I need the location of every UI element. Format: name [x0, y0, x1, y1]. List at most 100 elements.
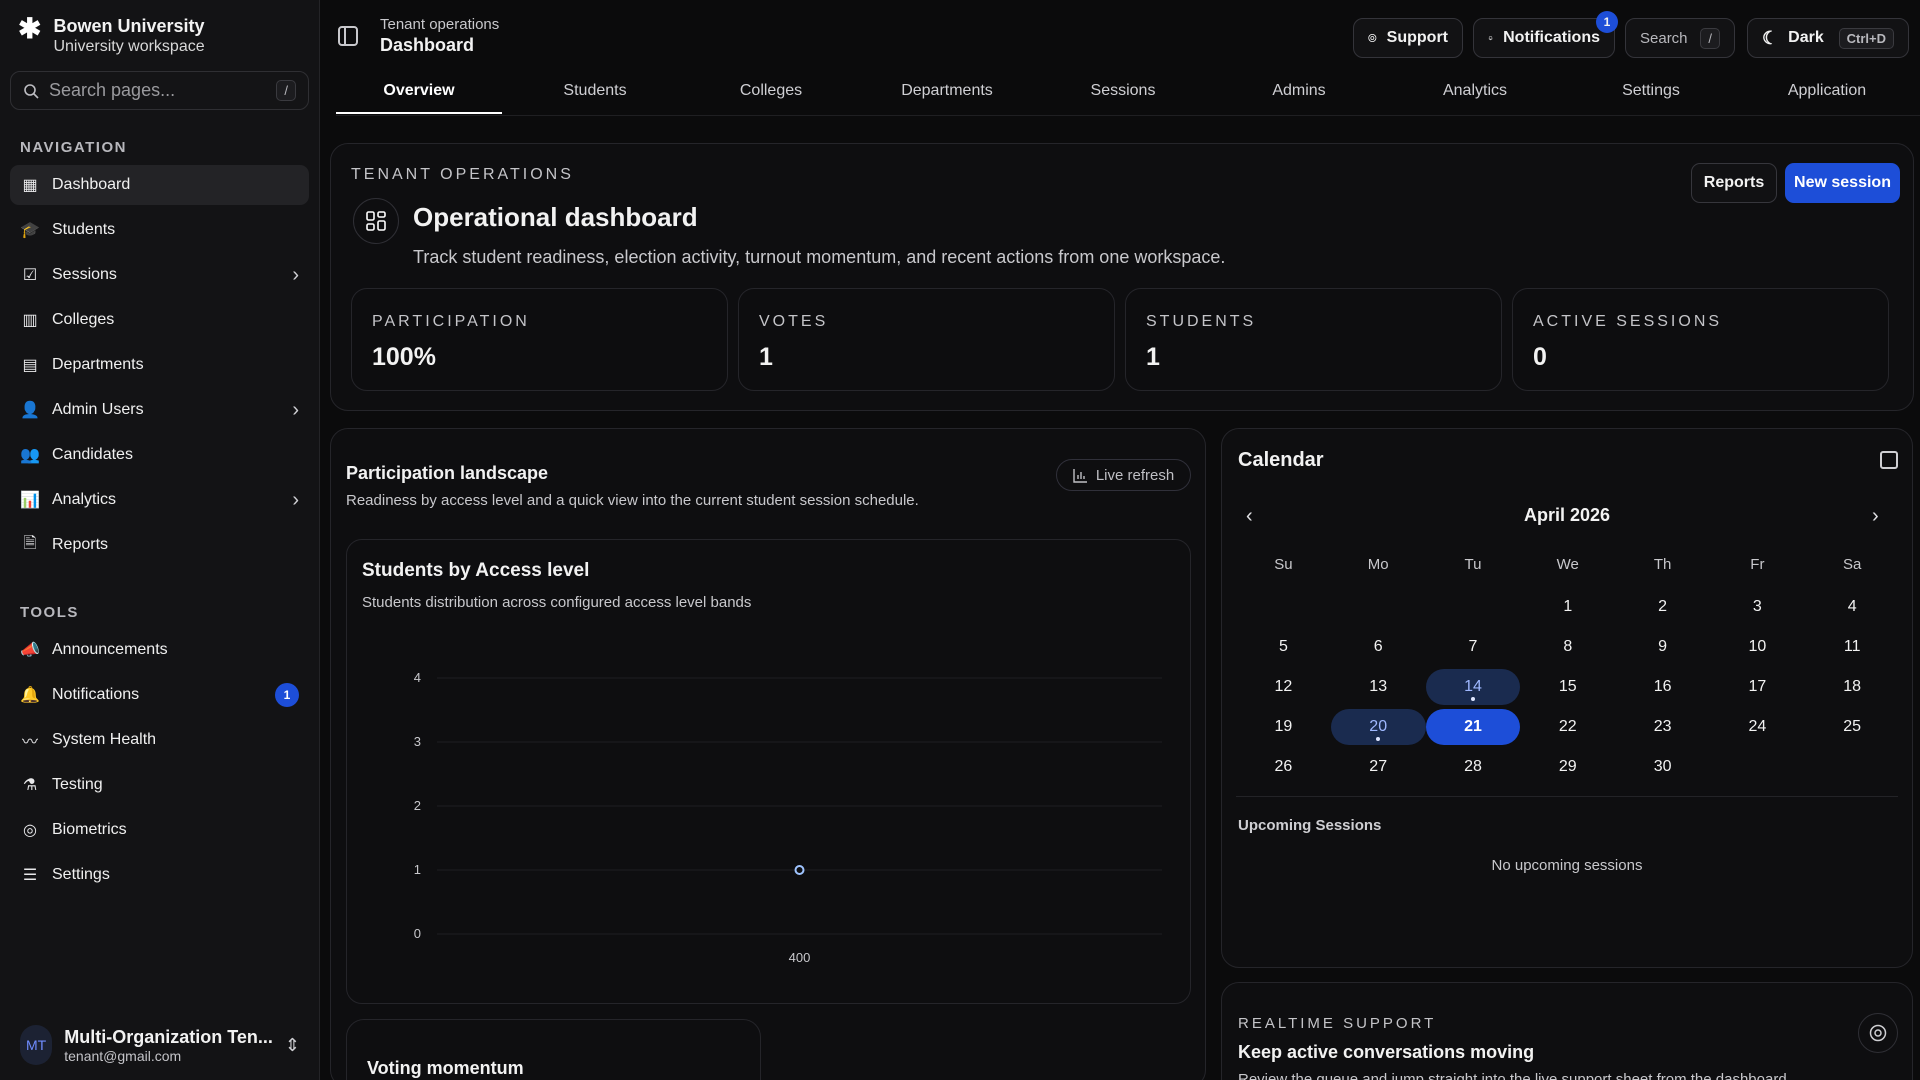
- sidebar-item-students[interactable]: 🎓 Students: [10, 210, 309, 250]
- tab-settings[interactable]: Settings: [1568, 82, 1734, 114]
- sidebar-item-sessions[interactable]: ☑ Sessions ›: [10, 255, 309, 295]
- calendar-day[interactable]: 27: [1331, 749, 1426, 785]
- theme-toggle-button[interactable]: ☾ Dark Ctrl+D: [1747, 18, 1909, 58]
- tab-departments[interactable]: Departments: [864, 82, 1030, 114]
- sidebar-item-system-health[interactable]: 〰 System Health: [10, 720, 309, 760]
- sidebar-item-testing[interactable]: ⚗ Testing: [10, 765, 309, 805]
- stat-card-participation: PARTICIPATION 100%: [351, 288, 728, 391]
- new-session-button[interactable]: New session: [1785, 163, 1900, 203]
- sidebar: ✱ Bowen University University workspace …: [0, 0, 320, 1080]
- realtime-support-card: REALTIME SUPPORT Keep active conversatio…: [1221, 982, 1913, 1080]
- sidebar-toggle-icon[interactable]: [338, 26, 358, 46]
- ballot-icon: ☑: [22, 267, 38, 284]
- sidebar-item-notifications[interactable]: 🔔 Notifications 1: [10, 675, 309, 715]
- tab-admins[interactable]: Admins: [1216, 82, 1382, 114]
- calendar-day[interactable]: 25: [1805, 709, 1900, 745]
- sidebar-item-announcements[interactable]: 📣 Announcements: [10, 630, 309, 670]
- sidebar-item-analytics[interactable]: 📊 Analytics ›: [10, 480, 309, 520]
- calendar-day[interactable]: 14: [1425, 669, 1521, 705]
- next-month-icon[interactable]: ›: [1872, 505, 1879, 528]
- calendar-day[interactable]: 24: [1710, 709, 1805, 745]
- calendar-day[interactable]: 21: [1425, 709, 1521, 745]
- calendar-day[interactable]: 7: [1426, 629, 1521, 665]
- tab-overview[interactable]: Overview: [336, 82, 502, 114]
- chart-subtitle: Students distribution across configured …: [362, 594, 752, 611]
- calendar-day[interactable]: 18: [1805, 669, 1900, 705]
- header-search-button[interactable]: Search /: [1625, 18, 1735, 58]
- stat-value: 0: [1533, 343, 1547, 371]
- stat-value: 1: [1146, 343, 1160, 371]
- calendar-week-row: 12 13 14 15 16 17 18: [1236, 669, 1900, 709]
- calendar-day[interactable]: 26: [1236, 749, 1331, 785]
- header-search-label: Search: [1640, 29, 1688, 47]
- brand[interactable]: ✱ Bowen University University workspace: [18, 15, 205, 58]
- calendar-day[interactable]: 15: [1520, 669, 1615, 705]
- stat-value: 1: [759, 343, 773, 371]
- calendar-day[interactable]: 2: [1615, 589, 1710, 625]
- notifications-label: Notifications: [1503, 29, 1600, 46]
- tab-colleges[interactable]: Colleges: [688, 82, 854, 114]
- sidebar-item-biometrics[interactable]: ◎ Biometrics: [10, 810, 309, 850]
- calendar-day[interactable]: 12: [1236, 669, 1331, 705]
- notifications-button[interactable]: Notifications 1: [1473, 11, 1618, 58]
- calendar-day[interactable]: 19: [1236, 709, 1331, 745]
- data-point[interactable]: [794, 865, 805, 875]
- weekday-label: Su: [1274, 555, 1293, 573]
- sidebar-search-input[interactable]: Search pages... /: [10, 71, 309, 110]
- calendar-day[interactable]: 28: [1426, 749, 1521, 785]
- calendar-day[interactable]: 4: [1805, 589, 1900, 625]
- calendar-day[interactable]: 10: [1710, 629, 1805, 665]
- moon-icon: ☾: [1762, 27, 1779, 48]
- y-tick-label: 2: [414, 798, 421, 813]
- nav-list: ▦ Dashboard 🎓 Students ☑ Sessions › ▥ Colleges ▤ D…: [10, 165, 309, 570]
- sidebar-item-dashboard[interactable]: ▦ Dashboard: [10, 165, 309, 205]
- tab-sessions[interactable]: Sessions: [1040, 82, 1206, 114]
- tab-students[interactable]: Students: [512, 82, 678, 114]
- weekday-label: Fr: [1750, 555, 1765, 573]
- stat-card-votes: VOTES 1: [738, 288, 1115, 391]
- calendar-grid: Su Mo Tu We Th Fr Sa 1 2 3 4 5 6 7 8 9 10 11 12 13 14 15 16 17 1…: [1236, 549, 1900, 789]
- x-tick-label: 400: [789, 950, 811, 965]
- event-dot: [1376, 737, 1381, 741]
- calendar-day[interactable]: 11: [1805, 629, 1900, 665]
- sidebar-item-colleges[interactable]: ▥ Colleges: [10, 300, 309, 340]
- calendar-day[interactable]: 5: [1236, 629, 1331, 665]
- calendar-day[interactable]: 30: [1615, 749, 1710, 785]
- calendar-card: Calendar ‹ April 2026 › Su Mo Tu We Th Fr Sa 1 2…: [1221, 428, 1913, 968]
- live-refresh-button[interactable]: Live refresh: [1056, 459, 1191, 491]
- stat-label: PARTICIPATION: [372, 313, 530, 330]
- calendar-day[interactable]: 23: [1615, 709, 1710, 745]
- graduation-cap-icon: 🎓: [20, 222, 40, 239]
- calendar-day[interactable]: 22: [1520, 709, 1615, 745]
- event-dot: [1470, 697, 1475, 701]
- breadcrumb-parent[interactable]: Tenant operations: [380, 16, 499, 33]
- chevrons-up-down-icon: ⇕: [284, 1034, 300, 1055]
- calendar-day[interactable]: 3: [1710, 589, 1805, 625]
- calendar-day[interactable]: 1: [1520, 589, 1615, 625]
- calendar-day[interactable]: 16: [1615, 669, 1710, 705]
- user-email: tenant@gmail.com: [64, 1047, 182, 1064]
- sidebar-item-departments[interactable]: ▤ Departments: [10, 345, 309, 385]
- calendar-day[interactable]: 29: [1520, 749, 1615, 785]
- chevron-right-icon: ›: [292, 488, 299, 511]
- sidebar-item-reports[interactable]: 🗎 Reports: [10, 525, 309, 565]
- calendar-day[interactable]: 17: [1710, 669, 1805, 705]
- calendar-day[interactable]: 9: [1615, 629, 1710, 665]
- tab-analytics[interactable]: Analytics: [1392, 82, 1558, 114]
- sidebar-item-label: Candidates: [52, 446, 133, 463]
- sidebar-item-settings[interactable]: ☰ Settings: [10, 855, 309, 895]
- calendar-day[interactable]: 8: [1520, 629, 1615, 665]
- reports-button[interactable]: Reports: [1691, 163, 1777, 203]
- calendar-day[interactable]: 6: [1331, 629, 1426, 665]
- sidebar-item-admin-users[interactable]: 👤 Admin Users ›: [10, 390, 309, 430]
- theme-shortcut: Ctrl+D: [1838, 27, 1894, 49]
- calendar-day[interactable]: 13: [1331, 669, 1426, 705]
- support-button[interactable]: Support: [1353, 18, 1463, 58]
- sidebar-item-candidates[interactable]: 👥 Candidates: [10, 435, 309, 475]
- calendar-day[interactable]: 20: [1330, 709, 1426, 745]
- weekday-label: We: [1556, 555, 1579, 573]
- user-menu[interactable]: MT Multi-Organization Ten... tenant@gmai…: [20, 1022, 300, 1068]
- lifebuoy-icon[interactable]: [1858, 1013, 1898, 1053]
- tab-application[interactable]: Application: [1744, 82, 1910, 114]
- stat-label: ACTIVE SESSIONS: [1533, 313, 1723, 330]
